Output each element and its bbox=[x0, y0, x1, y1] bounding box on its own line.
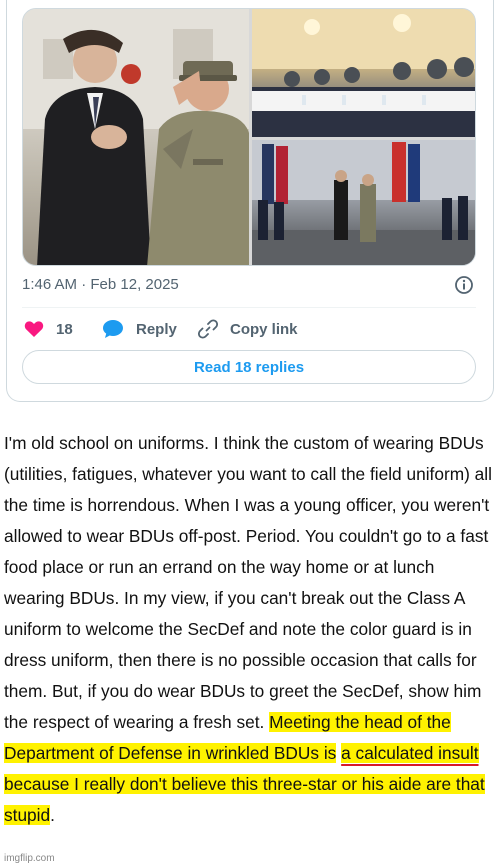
article-highlight-underlined: a calculated insult bbox=[341, 743, 479, 763]
photo-color-guard-art bbox=[252, 140, 475, 265]
tweet-media-grid[interactable] bbox=[22, 8, 476, 266]
article-text: I'm old school on uniforms. I think the … bbox=[4, 428, 496, 831]
reply-button[interactable]: Reply bbox=[102, 318, 177, 340]
link-icon bbox=[198, 319, 218, 339]
heart-icon bbox=[24, 321, 44, 337]
info-icon[interactable] bbox=[454, 275, 474, 295]
photo-meeting-room[interactable] bbox=[252, 9, 475, 137]
tweet-timestamp[interactable]: 1:46 AM · Feb 12, 2025 bbox=[22, 276, 179, 293]
photo-color-guard[interactable] bbox=[252, 140, 475, 265]
photo-salute-art bbox=[23, 9, 249, 265]
article-end-punct: . bbox=[50, 805, 55, 825]
like-count: 18 bbox=[56, 320, 73, 338]
article-plain: I'm old school on uniforms. I think the … bbox=[4, 433, 492, 732]
reply-icon bbox=[103, 320, 123, 338]
photo-salute[interactable] bbox=[23, 9, 249, 265]
tweet-divider bbox=[22, 307, 476, 308]
copy-link-button[interactable]: Copy link bbox=[198, 318, 298, 340]
photo-meeting-art bbox=[252, 9, 475, 137]
reply-label: Reply bbox=[136, 320, 177, 338]
imgflip-watermark: imgflip.com bbox=[4, 853, 55, 864]
copy-link-label: Copy link bbox=[230, 320, 298, 338]
article-highlight-2: because I really don't believe this thre… bbox=[4, 774, 485, 825]
read-replies-button[interactable]: Read 18 replies bbox=[22, 350, 476, 384]
like-button[interactable]: 18 bbox=[24, 318, 73, 340]
tweet-actions: 18 Reply Copy link bbox=[22, 318, 476, 340]
